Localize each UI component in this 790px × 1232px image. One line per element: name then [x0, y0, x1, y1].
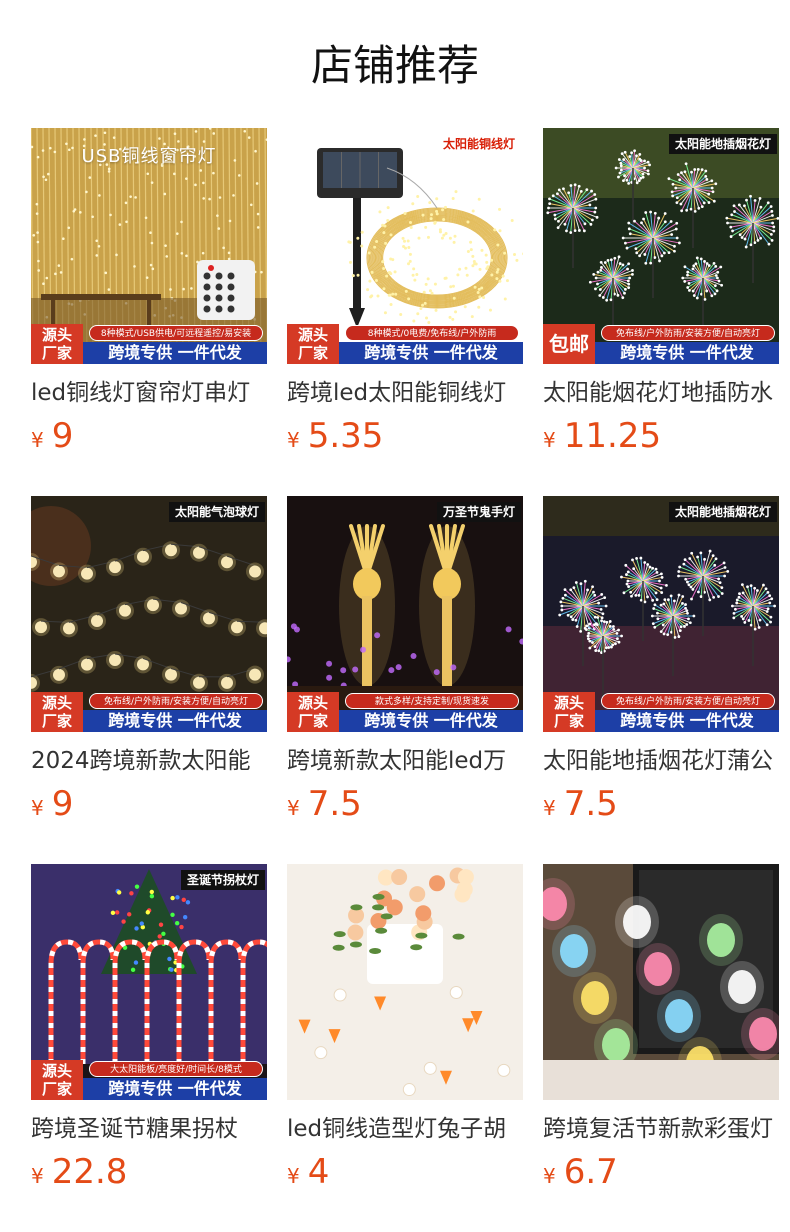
- currency-symbol: ¥: [287, 1164, 300, 1188]
- price-value: 4: [307, 1152, 330, 1192]
- product-image[interactable]: 太阳能地插烟花灯包邮 免布线/户外防雨/安装方便/自动亮灯 跨境专供 一件代发: [543, 128, 779, 364]
- product-card[interactable]: 太阳能气泡球灯源头 厂家 免布线/户外防雨/安装方便/自动亮灯 跨境专供 一件代发 20…: [31, 496, 267, 864]
- price-value: 7.5: [563, 784, 618, 824]
- promo-banner: 源头 厂家 8种模式/USB供电/可远程遥控/易安装 跨境专供 一件代发: [31, 324, 267, 364]
- currency-symbol: ¥: [31, 428, 44, 452]
- corner-tag: 太阳能气泡球灯: [168, 502, 265, 522]
- price-value: 22.8: [51, 1152, 128, 1192]
- price-value: 5.35: [307, 416, 384, 456]
- product-name[interactable]: 太阳能烟花灯地插防水: [543, 378, 779, 408]
- product-name[interactable]: 2024跨境新款太阳能: [31, 746, 267, 776]
- banner-main-text: 跨境专供 一件代发: [339, 342, 523, 364]
- product-image[interactable]: 太阳能地插烟花灯源头 厂家 免布线/户外防雨/安装方便/自动亮灯 跨境专供 一件代发: [543, 496, 779, 732]
- currency-symbol: ¥: [543, 1164, 556, 1188]
- feature-strip: 免布线/户外防雨/安装方便/自动亮灯: [601, 693, 775, 709]
- currency-symbol: ¥: [31, 796, 44, 820]
- banner-main-text: 跨境专供 一件代发: [595, 710, 779, 732]
- promo-banner: 源头 厂家 大太阳能板/亮度好/时间长/8模式 跨境专供 一件代发: [31, 1060, 267, 1100]
- source-badge: 包邮: [543, 324, 595, 364]
- currency-symbol: ¥: [287, 796, 300, 820]
- price-value: 9: [51, 416, 74, 456]
- banner-main-text: 跨境专供 一件代发: [339, 710, 523, 732]
- banner-main-text: 跨境专供 一件代发: [83, 1078, 267, 1100]
- product-grid: USB铜线窗帘灯 源头 厂家 8种模式/USB供电/可远程遥控/易安装 跨境专供 一件代…: [31, 128, 790, 1232]
- promo-banner: 源头 厂家 免布线/户外防雨/安装方便/自动亮灯 跨境专供 一件代发: [31, 692, 267, 732]
- product-price: ¥9: [31, 416, 267, 456]
- product-image[interactable]: 圣诞节拐杖灯源头 厂家 大太阳能板/亮度好/时间长/8模式 跨境专供 一件代发: [31, 864, 267, 1100]
- product-name[interactable]: 跨境新款太阳能led万: [287, 746, 523, 776]
- promo-banner: 源头 厂家 8种模式/0电费/免布线/户外防雨 跨境专供 一件代发: [287, 324, 523, 364]
- product-name[interactable]: led铜线灯窗帘灯串灯: [31, 378, 267, 408]
- product-name[interactable]: 太阳能地插烟花灯蒲公: [543, 746, 779, 776]
- product-card[interactable]: 太阳能地插烟花灯 源头 厂家 免布线/户外防雨/安装方便/自动亮灯 跨境专供 一件代发太…: [543, 496, 779, 864]
- store-recommend-page: 店铺推荐 USB铜线窗帘灯 源头 厂家 8种模式/USB供电/可远程遥控/易安装 跨境专…: [0, 0, 790, 1232]
- image-overlay-text: USB铜线窗帘灯: [81, 146, 217, 167]
- product-price: ¥11.25: [543, 416, 779, 456]
- promo-banner: 包邮 免布线/户外防雨/安装方便/自动亮灯 跨境专供 一件代发: [543, 324, 779, 364]
- product-price: ¥4: [287, 1152, 523, 1192]
- product-name[interactable]: 跨境圣诞节糖果拐杖: [31, 1114, 267, 1144]
- product-card[interactable]: 万圣节鬼手灯源头 厂家 款式多样/支持定制/现货速发 跨境专供 一件代发跨境新款太阳能…: [287, 496, 523, 864]
- feature-strip: 免布线/户外防雨/安装方便/自动亮灯: [601, 325, 775, 341]
- product-image[interactable]: 太阳能气泡球灯源头 厂家 免布线/户外防雨/安装方便/自动亮灯 跨境专供 一件代发: [31, 496, 267, 732]
- product-name[interactable]: 跨境复活节新款彩蛋灯: [543, 1114, 779, 1144]
- product-image[interactable]: [287, 864, 523, 1100]
- price-value: 6.7: [563, 1152, 618, 1192]
- corner-tag: 万圣节鬼手灯: [436, 502, 521, 522]
- currency-symbol: ¥: [543, 428, 556, 452]
- promo-banner: 源头 厂家 免布线/户外防雨/安装方便/自动亮灯 跨境专供 一件代发: [543, 692, 779, 732]
- source-badge: 源头 厂家: [31, 692, 83, 732]
- product-card[interactable]: 跨境复活节新款彩蛋灯 ¥6.7: [543, 864, 779, 1232]
- feature-strip: 大太阳能板/亮度好/时间长/8模式: [89, 1061, 263, 1077]
- product-price: ¥6.7: [543, 1152, 779, 1192]
- corner-tag: 太阳能铜线灯: [442, 137, 515, 151]
- product-price: ¥5.35: [287, 416, 523, 456]
- product-price: ¥22.8: [31, 1152, 267, 1192]
- banner-main-text: 跨境专供 一件代发: [83, 342, 267, 364]
- source-badge: 源头 厂家: [31, 324, 83, 364]
- corner-tag: 太阳能地插烟花灯: [668, 502, 777, 522]
- bunny-carrot-light-photo: [287, 864, 523, 1100]
- price-value: 7.5: [307, 784, 362, 824]
- product-card[interactable]: 太阳能地插烟花灯 包邮 免布线/户外防雨/安装方便/自动亮灯 跨境专供 一件代发 太阳能…: [543, 128, 779, 496]
- feature-strip: 款式多样/支持定制/现货速发: [345, 693, 519, 709]
- product-card[interactable]: 圣诞节拐杖灯源头 厂家 大太阳能板/亮度好/时间长/8模式 跨境专供 一件代发跨境圣诞…: [31, 864, 267, 1232]
- product-name[interactable]: led铜线造型灯兔子胡: [287, 1114, 523, 1144]
- product-price: ¥7.5: [543, 784, 779, 824]
- product-image[interactable]: 万圣节鬼手灯源头 厂家 款式多样/支持定制/现货速发 跨境专供 一件代发: [287, 496, 523, 732]
- corner-tag: 圣诞节拐杖灯: [180, 870, 265, 890]
- banner-main-text: 跨境专供 一件代发: [83, 710, 267, 732]
- product-image[interactable]: USB铜线窗帘灯源头 厂家 8种模式/USB供电/可远程遥控/易安装 跨境专供 一件代…: [31, 128, 267, 364]
- feature-strip: 8种模式/0电费/免布线/户外防雨: [345, 325, 519, 341]
- source-badge: 源头 厂家: [543, 692, 595, 732]
- product-image[interactable]: 太阳能铜线灯源头 厂家 8种模式/0电费/免布线/户外防雨 跨境专供 一件代发: [287, 128, 523, 364]
- feature-strip: 免布线/户外防雨/安装方便/自动亮灯: [89, 693, 263, 709]
- price-value: 9: [51, 784, 74, 824]
- product-card[interactable]: USB铜线窗帘灯源头 厂家 8种模式/USB供电/可远程遥控/易安装 跨境专供 一件代…: [31, 128, 267, 496]
- source-badge: 源头 厂家: [287, 692, 339, 732]
- currency-symbol: ¥: [31, 1164, 44, 1188]
- easter-egg-light-photo: [543, 864, 779, 1100]
- feature-strip: 8种模式/USB供电/可远程遥控/易安装: [89, 325, 263, 341]
- corner-tag: 太阳能地插烟花灯: [668, 134, 777, 154]
- currency-symbol: ¥: [287, 428, 300, 452]
- product-price: ¥7.5: [287, 784, 523, 824]
- page-title: 店铺推荐: [310, 41, 479, 90]
- source-badge: 源头 厂家: [31, 1060, 83, 1100]
- product-image[interactable]: [543, 864, 779, 1100]
- source-badge: 源头 厂家: [287, 324, 339, 364]
- currency-symbol: ¥: [543, 796, 556, 820]
- product-card[interactable]: 太阳能铜线灯源头 厂家 8种模式/0电费/免布线/户外防雨 跨境专供 一件代发跨境le…: [287, 128, 523, 496]
- banner-main-text: 跨境专供 一件代发: [595, 342, 779, 364]
- product-card[interactable]: led铜线造型灯兔子胡 ¥4: [287, 864, 523, 1232]
- promo-banner: 源头 厂家 款式多样/支持定制/现货速发 跨境专供 一件代发: [287, 692, 523, 732]
- price-value: 11.25: [563, 416, 662, 456]
- product-name[interactable]: 跨境led太阳能铜线灯: [287, 378, 523, 408]
- product-price: ¥9: [31, 784, 267, 824]
